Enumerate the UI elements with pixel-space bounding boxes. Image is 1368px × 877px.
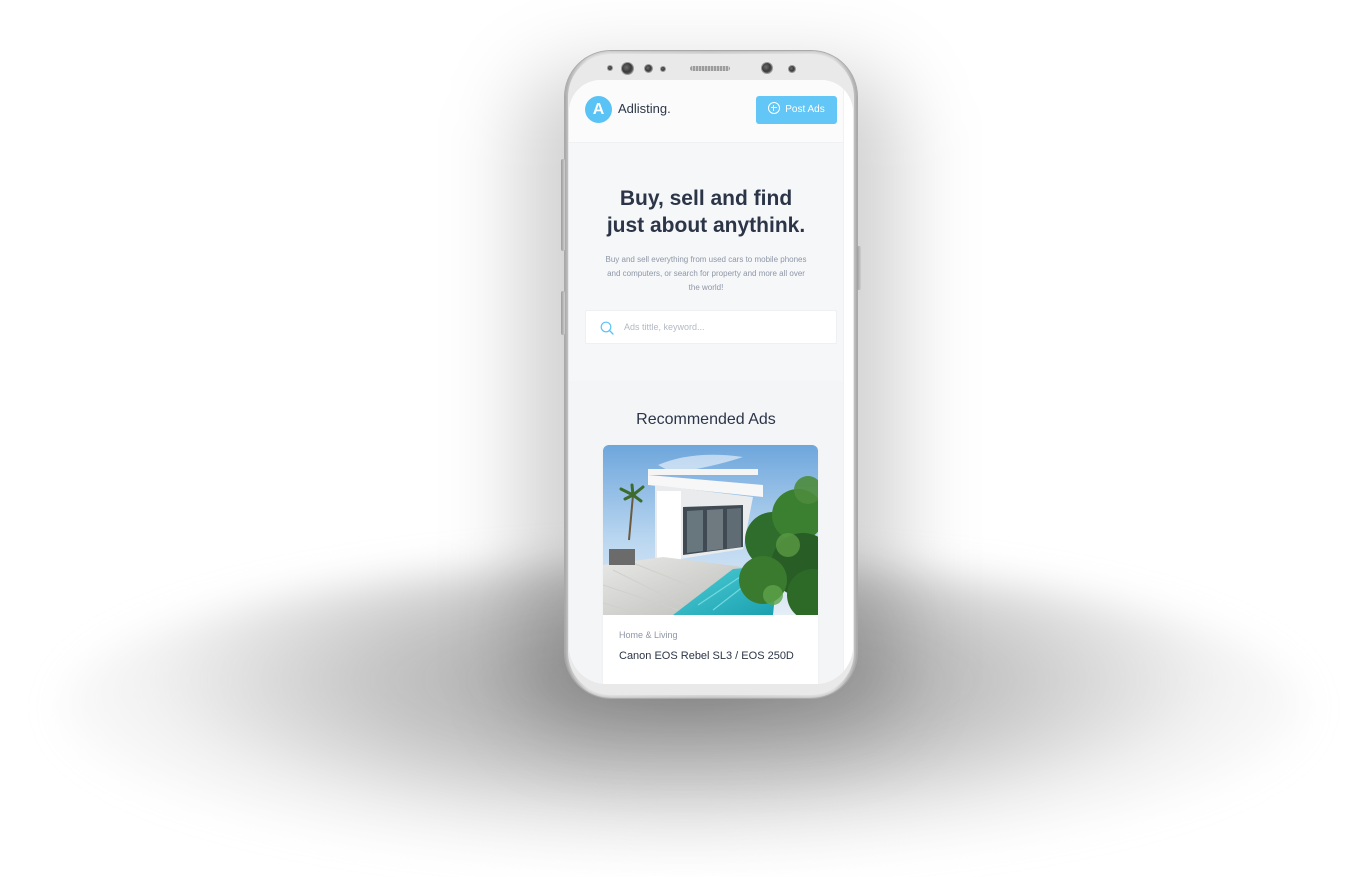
search-icon [600,321,614,335]
phone-volume-button [561,159,565,251]
recommended-section: Recommended Ads Home & Living Canon EOS … [569,381,843,684]
ad-card-title[interactable]: Canon EOS Rebel SL3 / EOS 250D [619,649,794,663]
ad-card-category[interactable]: Home & Living [619,629,678,641]
recommended-title: Recommended Ads [636,411,776,428]
search-bar[interactable] [585,310,837,344]
search-input[interactable] [624,311,824,343]
hero-title-line1: Buy, sell and find [619,187,793,210]
phone-power-button [857,246,861,290]
hero-section: Buy, sell and find just about anythink. … [569,143,843,381]
post-ads-button[interactable]: Post Ads [756,96,837,124]
hero-subtitle: Buy and sell everything from used cars t… [605,255,807,292]
ad-card[interactable]: Home & Living Canon EOS Rebel SL3 / EOS … [603,445,818,684]
plus-circle-icon [768,102,781,114]
front-camera [621,62,634,75]
app-header: A Adlisting. Post Ads [569,80,843,143]
post-ads-label: Post Ads [785,104,825,115]
logo-text[interactable]: Adlisting. [618,101,671,117]
sensor-dot [607,65,613,71]
phone-top-bar [565,51,857,81]
logo-badge[interactable]: A [585,96,612,123]
ad-card-image[interactable] [603,445,818,615]
app-content: A Adlisting. Post Ads Buy, sell and find… [569,80,843,684]
phone-screen: A Adlisting. Post Ads Buy, sell and find… [569,80,853,684]
mockup-stage: A Adlisting. Post Ads Buy, sell and find… [0,0,1368,877]
earpiece-speaker [690,66,730,71]
proximity-sensor [644,64,653,73]
iris-camera [761,62,773,74]
phone-side-button [561,291,565,335]
scrollbar[interactable] [843,80,853,684]
hero-title: Buy, sell and find just about anythink. [579,185,833,239]
phone-mockup: A Adlisting. Post Ads Buy, sell and find… [561,51,861,698]
iris-sensor [788,65,796,73]
light-sensor [660,66,666,72]
hero-title-line2: just about anythink. [606,214,806,237]
